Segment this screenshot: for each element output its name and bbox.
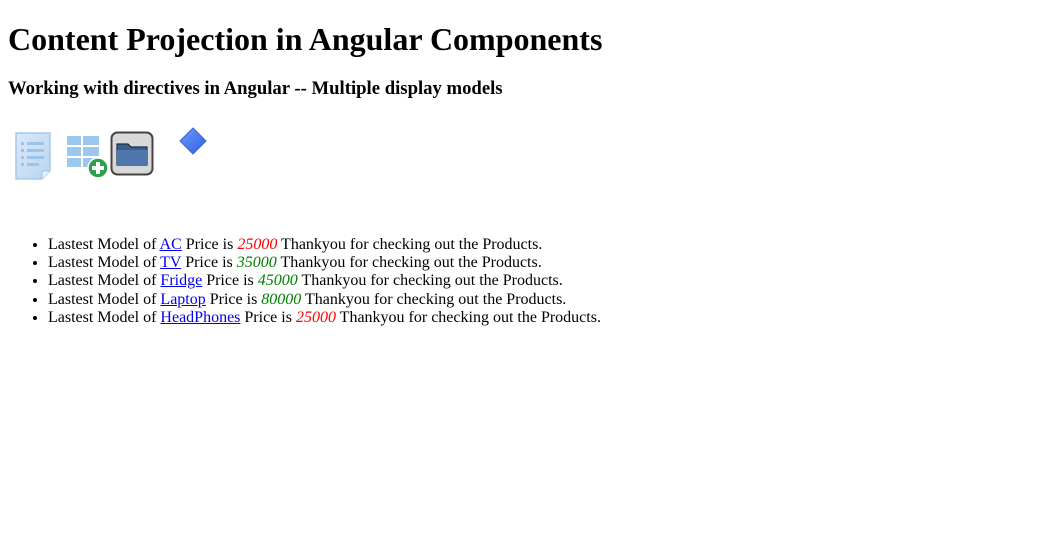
blue-diamond-icon[interactable] [178,126,208,156]
page-subtitle: Working with directives in Angular -- Mu… [8,78,503,99]
price-value: 25000 [295,308,336,326]
list-item: Lastest Model of HeadPhones Price is 250… [48,309,1040,327]
item-suffix: Thankyou for checking out the Products. [301,272,563,290]
page-title: Content Projection in Angular Components [8,21,603,57]
price-value: 35000 [236,254,277,272]
price-label: Price is [206,272,254,290]
display-model-icons [8,127,1040,190]
list-document-icon[interactable] [12,131,56,181]
list-item: Lastest Model of Laptop Price is 80000 T… [48,291,1040,309]
page-root: Content Projection in Angular Components… [0,0,1048,335]
item-prefix: Lastest Model of [48,308,157,326]
item-suffix: Thankyou for checking out the Products. [305,290,567,308]
item-suffix: Thankyou for checking out the Products. [280,254,542,272]
list-item: Lastest Model of TV Price is 35000 Thank… [48,254,1040,272]
grid-add-icon[interactable] [64,133,112,183]
price-label: Price is [185,254,233,272]
list-item: Lastest Model of Fridge Price is 45000 T… [48,272,1040,290]
product-link-ac[interactable]: AC [160,236,182,253]
price-label: Price is [209,290,258,308]
product-list: Lastest Model of AC Price is 25000 Thank… [8,236,1040,327]
price-label: Price is [244,308,292,326]
price-label: Price is [185,236,234,253]
item-prefix: Lastest Model of [48,272,157,290]
item-suffix: Thankyou for checking out the Products. [339,308,601,326]
product-link-tv[interactable]: TV [160,254,181,271]
product-link-headphones[interactable]: HeadPhones [160,309,240,326]
item-prefix: Lastest Model of [48,290,157,308]
price-value: 45000 [257,272,298,290]
folder-icon[interactable] [110,131,154,177]
list-item: Lastest Model of AC Price is 25000 Thank… [48,236,1040,254]
item-prefix: Lastest Model of [48,254,157,272]
product-link-laptop[interactable]: Laptop [160,291,205,308]
item-prefix: Lastest Model of [48,236,157,253]
product-link-fridge[interactable]: Fridge [160,272,202,289]
price-value: 25000 [237,236,278,253]
price-value: 80000 [261,290,302,308]
item-suffix: Thankyou for checking out the Products. [281,236,543,253]
